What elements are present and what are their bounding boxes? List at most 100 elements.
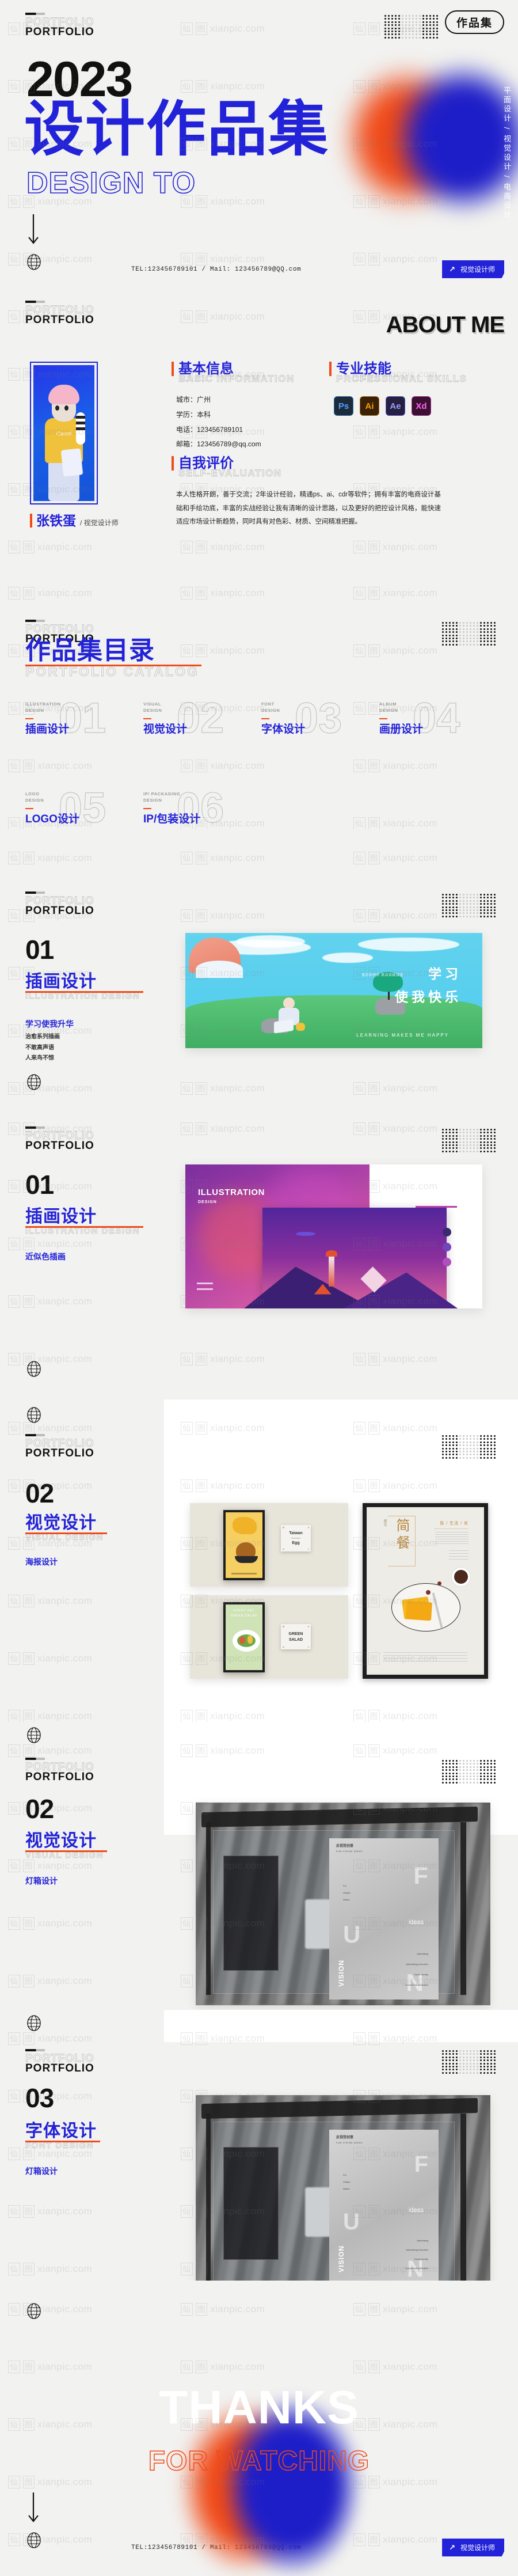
arrow-up-right-icon: ↗ (449, 2543, 455, 2552)
artwork-subhead: DESIGN (198, 1200, 217, 1204)
skill-icon-xd: Xd (412, 396, 431, 416)
logo-dash (25, 301, 45, 303)
watermark: 仙图 xianpic.com (173, 173, 345, 230)
watermark: 仙图 xianpic.com (0, 1895, 173, 1952)
plaque-egg: Taiwan Marinated Egg (281, 1525, 311, 1551)
plaque-title2: Egg (292, 1541, 300, 1545)
portfolio-solid-text: PORTFOLIO (25, 313, 94, 326)
poster-title-en: FUN VISION IDEAS (336, 1850, 363, 1853)
catalog-item[interactable]: 04 ALBUM DESIGN 画册设计 (379, 696, 497, 742)
dot-grid-decoration (442, 622, 496, 647)
skills-app-list: Ps Ai Ae Xd (334, 396, 431, 416)
artwork-tagline-en: LEARNING MAKES ME HAPPY (356, 1033, 449, 1038)
basic-info-row: 学历：本科 (176, 410, 211, 419)
portfolio-logo: PORTFOLIO PORTFOLIO (25, 301, 94, 325)
basic-info-heading: 基本信息 BASIC INFORMATION (172, 362, 295, 385)
catalog-title: 作品集目录 PORTFOLIO CATALOG (25, 638, 201, 680)
dot-grid-decoration (442, 1760, 496, 1785)
watermark: 仙图 xianpic.com (173, 288, 345, 346)
dot-grid-decoration (384, 15, 438, 40)
poster-list-2: Visual Identity (414, 1973, 428, 1976)
poster-word-vision: VISION (337, 2245, 345, 2273)
project-number: 02 (25, 1478, 54, 1508)
catalog-item[interactable]: 01 ILLUSTRATION DESIGN 插画设计 (25, 696, 143, 742)
portfolio-logo: PORTFOLIO PORTFOLIO (25, 891, 94, 916)
globe-icon (26, 1727, 41, 1744)
watermark: 仙图 xianpic.com (173, 829, 345, 887)
catalog-item[interactable]: 05 LOGO DESIGN LOGO设计 (25, 786, 143, 829)
globe-icon (26, 253, 41, 271)
cover-cta-button[interactable]: ↗ 视觉设计师 (442, 260, 504, 278)
watermark: 仙图 xianpic.com (0, 1630, 173, 1687)
watermark: 仙图 xianpic.com (0, 2183, 173, 2240)
globe-icon (26, 1360, 41, 1378)
cover-cta-label: 视觉设计师 (460, 265, 495, 274)
arrow-down-icon (28, 2492, 39, 2525)
project-section-font: PORTFOLIO PORTFOLIO 03 字体设计 FONT DESIGN … (0, 2010, 518, 2281)
watermark: 仙图 xianpic.com (0, 2511, 173, 2569)
about-section: PORTFOLIO PORTFOLIO ABOUT ME Canon 张铁蛋 /… (0, 288, 518, 564)
watermark: 仙图 xianpic.com (345, 2281, 518, 2338)
catalog-item-label-cn: 插画设计 (25, 723, 70, 735)
catalog-item[interactable]: 06 IP/ PACKAGING DESIGN IP/包装设计 (143, 786, 261, 829)
cover-year: 2023 (26, 52, 133, 107)
project-number: 01 (25, 935, 54, 965)
portfolio-solid-text: PORTFOLIO (25, 1139, 94, 1152)
person-role: / 视觉设计师 (80, 519, 119, 527)
catalog-item-label-cn: LOGO设计 (25, 813, 79, 825)
evaluation-heading: 自我评价 SELF-EVALUATION (172, 456, 282, 479)
accent-bar (30, 514, 32, 528)
portfolio-solid-text: PORTFOLIO (25, 2062, 94, 2074)
thanks-cta-button[interactable]: ↗ 视觉设计师 (442, 2539, 504, 2556)
project-description: 治愈系列插画 不敢高声语 人来鸟不惊 (25, 1032, 60, 1064)
watermark: 仙图 xianpic.com (0, 1572, 173, 1630)
poster-letter-u: U (343, 1921, 361, 1948)
globe-icon (26, 2302, 41, 2320)
skills-title-en: PROFESSIONAL SKILLS (336, 373, 467, 385)
thanks-section: THANKS FOR WATCHING TEL:123456789101 / M… (0, 2281, 518, 2576)
catalog-item-label-en: LOGO DESIGN (25, 791, 44, 803)
basic-info-row: 电话：123456789101 (176, 425, 243, 434)
project-section-illustration-2: PORTFOLIO PORTFOLIO 01 插画设计 ILLUSTRATION… (0, 1100, 518, 1399)
cover-title-en: DESIGN TO (26, 166, 196, 200)
catalog-item-label-cn: 字体设计 (261, 723, 306, 735)
poster-title-en: FUN VISION IDEAS (336, 2141, 363, 2144)
project-title-en: ILLUSTRATION DESIGN (25, 1226, 140, 1236)
avatar: Canon (30, 362, 98, 504)
project-title-cn: 字体设计 (25, 2122, 97, 2141)
basic-info-list: 城市：广州 学历：本科 电话：123456789101 邮箱：123456789@qq… (176, 393, 261, 452)
catalog-item[interactable]: 03 FONT DESIGN 字体设计 (261, 696, 379, 742)
portfolio-solid-text: PORTFOLIO (25, 25, 94, 38)
watermark: 仙图 xianpic.com (173, 564, 345, 622)
globe-icon (26, 1073, 41, 1091)
portfolio-solid-text: PORTFOLIO (25, 904, 94, 917)
dot-grid-decoration (442, 1435, 496, 1460)
thanks-line-2: FOR WATCHING (148, 2446, 370, 2476)
skill-icon-ae: Ae (386, 396, 405, 416)
poster-list-2: Visual Identity (414, 2258, 428, 2260)
logo-dash (25, 13, 45, 15)
project-section-visual-poster: PORTFOLIO PORTFOLIO 02 视觉设计 VISUAL DESIG… (0, 1399, 518, 1722)
artwork-headline: ILLUSTRATION (198, 1188, 265, 1197)
catalog-item-label-cn: 画册设计 (379, 723, 424, 735)
project-title-en: VISUAL DESIGN (25, 1532, 104, 1542)
menu-tags: 饭 / 生活 / 欢 (440, 1522, 469, 1526)
basic-info-title-en: BASIC INFORMATION (178, 373, 295, 385)
catalog-item-label-cn: 视觉设计 (143, 723, 188, 735)
poster-list-3: Commercial illustration (405, 1983, 428, 1986)
dot-grid-decoration (442, 1129, 496, 1154)
portfolio-logo: PORTFOLIO PORTFOLIO (25, 1758, 94, 1782)
artwork-headline-2: 使我快乐 (395, 989, 462, 1004)
project-subtitle: 近似色插画 (25, 1252, 66, 1261)
basic-info-row: 城市：广州 (176, 396, 211, 404)
project-description-line: 治愈系列插画 (25, 1034, 60, 1040)
arrow-down-icon (28, 214, 39, 246)
project-title-cn: 视觉设计 (25, 1513, 97, 1532)
artwork-tagline-cn: 真正的快乐 来自突破自我 (361, 974, 403, 977)
plaque-title: Taiwan (289, 1531, 303, 1535)
poster-line-unique: Unique (343, 1891, 351, 1894)
poster-list-0: Advertising (417, 2239, 428, 2242)
catalog-item[interactable]: 02 VISUAL DESIGN 视觉设计 (143, 696, 261, 742)
person-name-row: 张铁蛋 / 视觉设计师 (30, 514, 119, 528)
poster-line-for: For (343, 1884, 346, 1887)
